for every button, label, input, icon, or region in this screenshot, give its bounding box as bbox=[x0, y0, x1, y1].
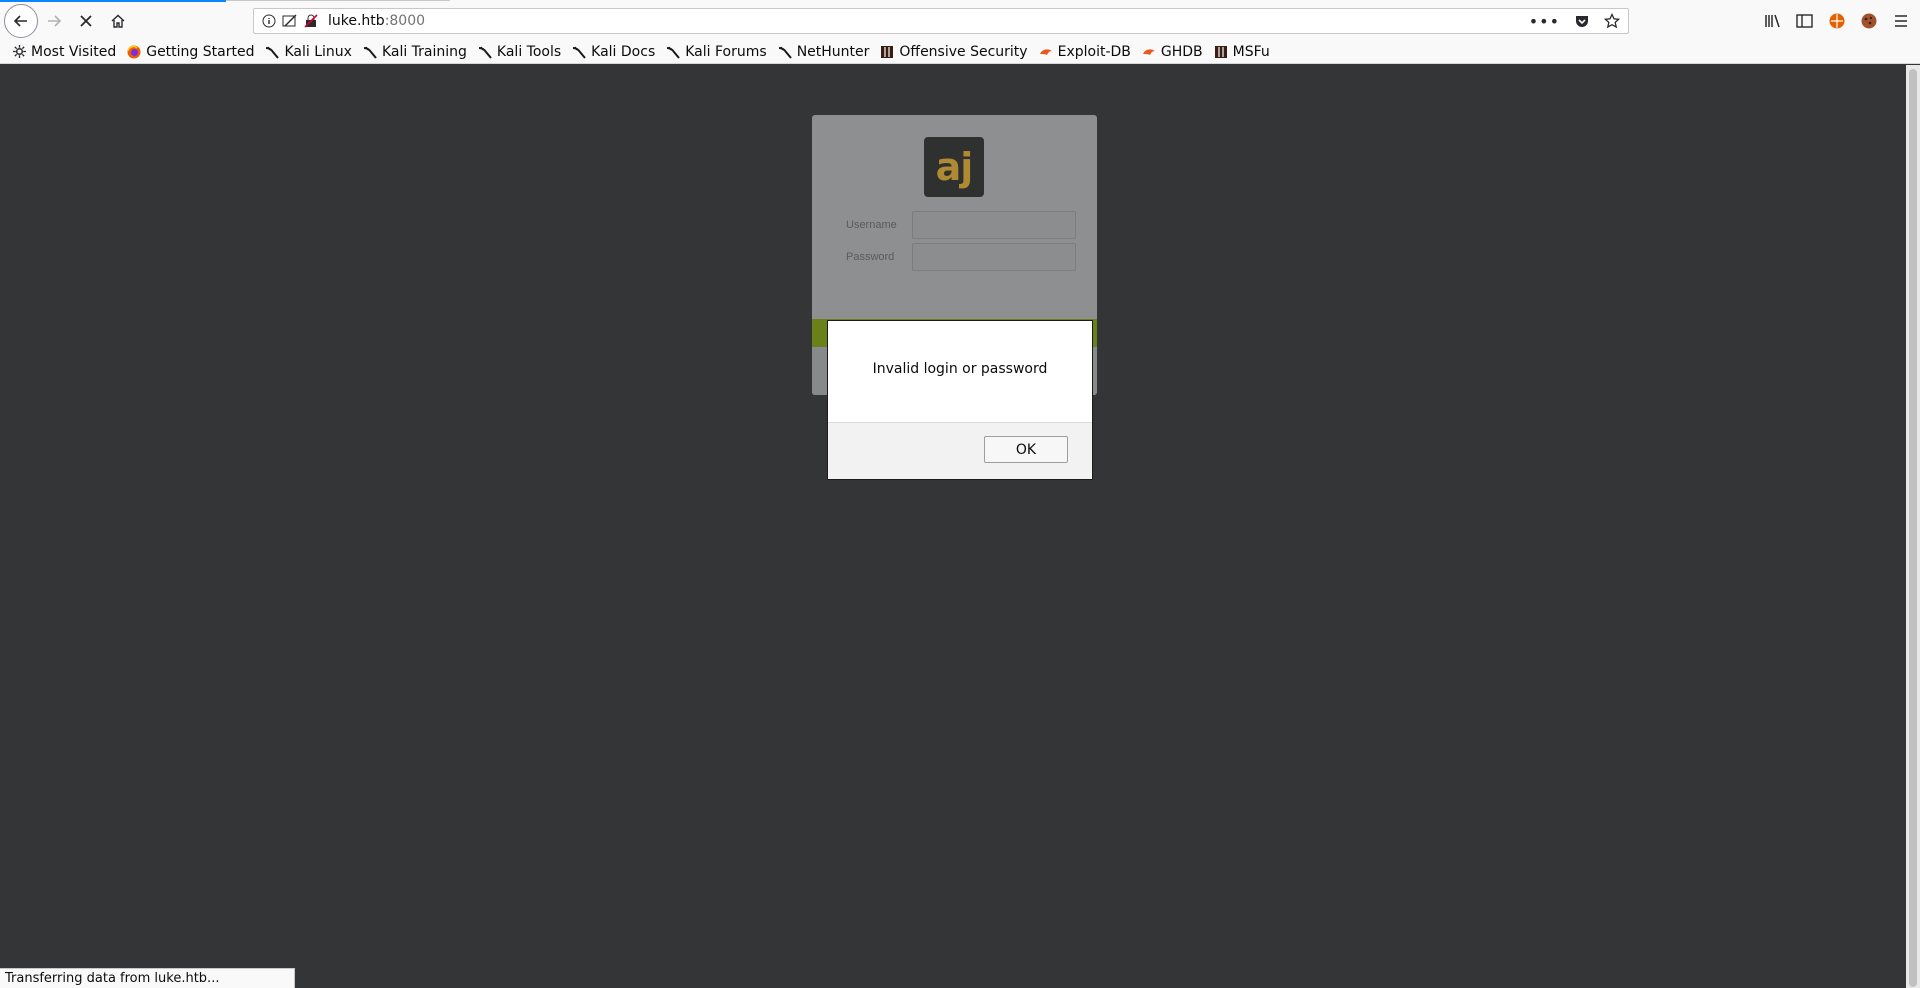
kali-dragon-icon bbox=[572, 45, 586, 59]
bookmarks-toolbar: Most Visited Getting Started Kali Linux Kal… bbox=[0, 40, 1920, 64]
alert-message: Invalid login or password bbox=[872, 360, 1048, 377]
offsec-icon bbox=[1214, 45, 1228, 59]
active-tab-indicator bbox=[0, 0, 226, 2]
kali-dragon-icon bbox=[265, 45, 280, 59]
app-logo: aj bbox=[924, 137, 984, 197]
alert-dialog: Invalid login or password OK bbox=[827, 320, 1093, 480]
bookmark-kali-tools[interactable]: Kali Tools bbox=[478, 44, 561, 60]
bookmark-label: GHDB bbox=[1160, 43, 1203, 60]
bookmark-kali-docs[interactable]: Kali Docs bbox=[572, 44, 655, 60]
bookmark-most-visited[interactable]: Most Visited bbox=[12, 44, 116, 60]
arrow-left-icon bbox=[13, 15, 27, 27]
bookmark-label: Offensive Security bbox=[899, 43, 1028, 60]
exploitdb-icon bbox=[1142, 45, 1156, 59]
bookmark-star-icon[interactable] bbox=[1604, 13, 1620, 29]
bookmark-label: Getting Started bbox=[146, 43, 255, 60]
pocket-icon[interactable] bbox=[1574, 13, 1590, 29]
bookmark-label: Most Visited bbox=[31, 43, 117, 60]
browser-toolbar: luke.htb:8000 ••• bbox=[0, 0, 1920, 40]
library-icon[interactable] bbox=[1764, 12, 1782, 30]
bookmark-exploit-db[interactable]: Exploit-DB bbox=[1039, 44, 1131, 60]
scrollbar-thumb[interactable] bbox=[1909, 69, 1917, 987]
username-label: Username bbox=[846, 219, 897, 231]
sidebar-icon[interactable] bbox=[1796, 12, 1814, 30]
kali-dragon-icon bbox=[363, 45, 377, 59]
bookmark-getting-started[interactable]: Getting Started bbox=[127, 44, 254, 60]
home-icon bbox=[111, 14, 125, 28]
bookmark-offensive-security[interactable]: Offensive Security bbox=[880, 43, 1028, 60]
bookmark-label: Kali Training bbox=[381, 43, 467, 60]
status-bar: Transferring data from luke.htb... bbox=[0, 968, 295, 988]
bookmark-label: MSFu bbox=[1232, 43, 1270, 60]
info-icon bbox=[262, 14, 276, 28]
insecure-lock-icon bbox=[304, 14, 318, 28]
url-bar[interactable]: luke.htb:8000 ••• bbox=[253, 8, 1629, 34]
bookmark-kali-linux[interactable]: Kali Linux bbox=[265, 43, 352, 60]
bookmark-nethunter[interactable]: NetHunter bbox=[778, 43, 870, 60]
alert-body: Invalid login or password bbox=[828, 321, 1092, 423]
toolbar-right bbox=[1764, 8, 1910, 34]
kali-dragon-icon bbox=[666, 45, 681, 59]
bookmark-label: Kali Docs bbox=[591, 43, 656, 60]
bookmark-ghdb[interactable]: GHDB bbox=[1142, 44, 1203, 60]
username-input[interactable] bbox=[912, 211, 1076, 239]
page-actions-icon[interactable]: ••• bbox=[1529, 12, 1560, 31]
url-port: :8000 bbox=[384, 13, 426, 29]
url-host: luke.htb bbox=[328, 13, 385, 29]
bookmark-label: Exploit-DB bbox=[1057, 43, 1131, 60]
bookmark-msfu[interactable]: MSFu bbox=[1214, 44, 1270, 60]
bookmark-kali-training[interactable]: Kali Training bbox=[363, 44, 467, 60]
password-label: Password bbox=[846, 251, 895, 263]
firefox-icon bbox=[127, 45, 141, 59]
home-button[interactable] bbox=[101, 4, 135, 38]
cookie-icon[interactable] bbox=[1860, 12, 1878, 30]
kali-dragon-icon bbox=[778, 45, 792, 59]
ok-button[interactable]: OK bbox=[984, 436, 1068, 463]
offsec-icon bbox=[880, 45, 894, 59]
menu-icon[interactable] bbox=[1892, 12, 1910, 30]
exploitdb-icon bbox=[1039, 45, 1053, 59]
bookmark-kali-forums[interactable]: Kali Forums bbox=[666, 43, 767, 60]
extension-icon[interactable] bbox=[1828, 12, 1846, 30]
bookmark-label: NetHunter bbox=[796, 43, 870, 60]
back-button[interactable] bbox=[4, 4, 38, 38]
gear-icon bbox=[12, 45, 26, 59]
kali-dragon-icon bbox=[478, 45, 492, 59]
bookmark-label: Kali Linux bbox=[284, 43, 352, 60]
password-input[interactable] bbox=[912, 243, 1076, 271]
tracking-protection-icon bbox=[282, 14, 297, 27]
arrow-right-icon bbox=[48, 15, 62, 27]
url-text[interactable]: luke.htb:8000 bbox=[328, 13, 425, 29]
url-actions: ••• bbox=[1529, 9, 1620, 33]
inactive-tab-indicator bbox=[226, 0, 450, 1]
bookmark-label: Kali Forums bbox=[685, 43, 767, 60]
site-identity[interactable] bbox=[262, 14, 318, 28]
scrollbar[interactable] bbox=[1906, 65, 1920, 988]
close-icon bbox=[80, 15, 92, 27]
stop-button[interactable] bbox=[69, 4, 103, 38]
bookmark-label: Kali Tools bbox=[496, 43, 562, 60]
forward-button[interactable] bbox=[37, 4, 71, 38]
